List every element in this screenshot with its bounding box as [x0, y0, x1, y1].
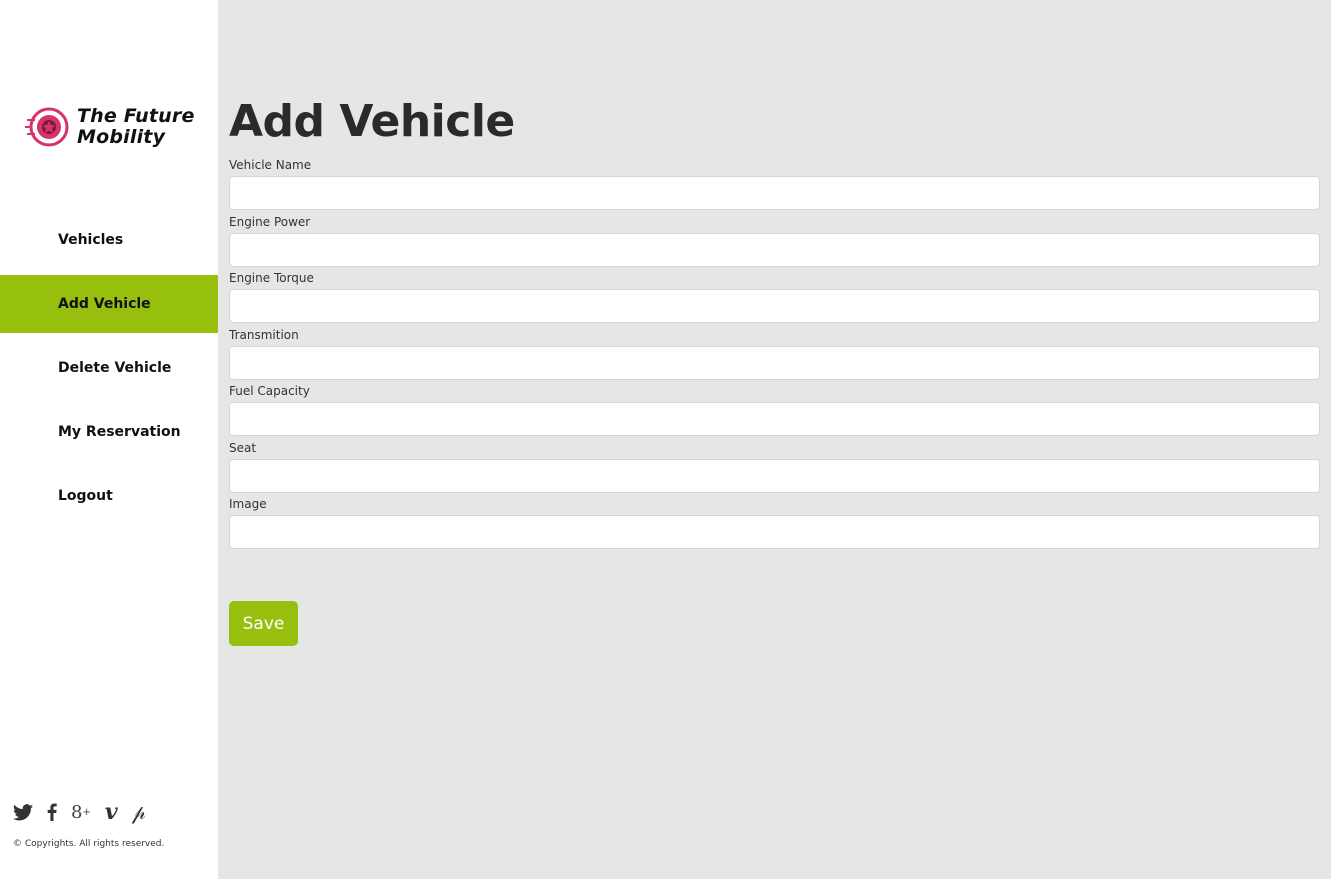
- copyright-text: © Copyrights. All rights reserved.: [13, 839, 165, 849]
- field-engine-power: Engine Power: [229, 214, 1320, 271]
- brand-name-line1: The Future: [77, 105, 195, 127]
- social-links: 8 + v 𝓅: [13, 799, 146, 825]
- field-fuel-capacity: Fuel Capacity: [229, 383, 1320, 440]
- sidebar: The Future Mobility Vehicles Add Vehicle…: [0, 0, 218, 879]
- transmition-label: Transmition: [229, 327, 299, 342]
- field-seat: Seat: [229, 440, 1320, 497]
- wheel-logo-icon: [25, 107, 69, 147]
- engine-power-input[interactable]: [229, 232, 1320, 267]
- main-content: Add Vehicle Vehicle Name Engine Power En…: [218, 0, 1331, 879]
- sidebar-item-my-reservation[interactable]: My Reservation: [0, 400, 218, 464]
- twitter-icon[interactable]: [13, 803, 33, 821]
- facebook-icon[interactable]: [47, 803, 57, 821]
- transmition-input[interactable]: [229, 345, 1320, 380]
- pinterest-icon[interactable]: 𝓅: [132, 800, 146, 824]
- seat-input[interactable]: [229, 458, 1320, 493]
- sidebar-item-add-vehicle[interactable]: Add Vehicle: [0, 275, 218, 333]
- field-engine-torque: Engine Torque: [229, 270, 1320, 327]
- field-vehicle-name: Vehicle Name: [229, 157, 1320, 214]
- fuel-capacity-input[interactable]: [229, 402, 1320, 436]
- google-plus-icon[interactable]: 8 +: [71, 802, 91, 823]
- engine-power-label: Engine Power: [229, 214, 311, 229]
- vehicle-name-input[interactable]: [229, 176, 1320, 210]
- seat-label: Seat: [229, 440, 257, 455]
- save-button[interactable]: Save: [229, 601, 298, 646]
- image-input[interactable]: [229, 515, 1320, 549]
- brand-logo[interactable]: The Future Mobility: [25, 106, 195, 148]
- sidebar-item-delete-vehicle[interactable]: Delete Vehicle: [0, 336, 218, 400]
- brand-name-line2: Mobility: [77, 126, 166, 148]
- field-transmition: Transmition: [229, 327, 1320, 384]
- sidebar-nav: Vehicles Add Vehicle Delete Vehicle My R…: [0, 208, 218, 528]
- vehicle-name-label: Vehicle Name: [229, 158, 312, 172]
- engine-torque-label: Engine Torque: [229, 271, 314, 285]
- sidebar-item-vehicles[interactable]: Vehicles: [0, 208, 218, 272]
- engine-torque-input[interactable]: [229, 289, 1320, 323]
- page-title: Add Vehicle: [229, 96, 515, 147]
- sidebar-item-logout[interactable]: Logout: [0, 464, 218, 528]
- field-image: Image: [229, 496, 1320, 553]
- vimeo-icon[interactable]: v: [105, 799, 118, 825]
- brand-name: The Future Mobility: [77, 106, 195, 148]
- fuel-capacity-label: Fuel Capacity: [229, 384, 310, 398]
- add-vehicle-form: Vehicle Name Engine Power Engine Torque …: [229, 157, 1320, 553]
- image-label: Image: [229, 497, 267, 511]
